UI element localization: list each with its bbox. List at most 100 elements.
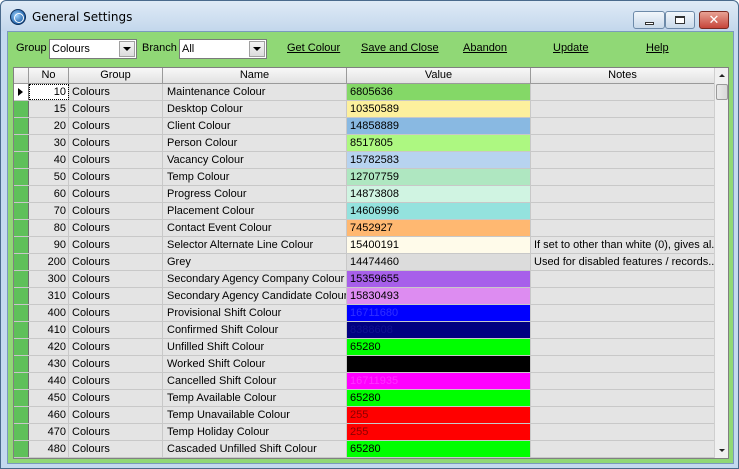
table-row[interactable]: 450 Colours Temp Available Colour 65280 [14, 390, 714, 407]
cell-no[interactable]: 300 [29, 271, 69, 287]
row-indicator[interactable] [14, 169, 29, 185]
cell-group[interactable]: Colours [69, 135, 163, 151]
table-row[interactable]: 470 Colours Temp Holiday Colour 255 [14, 424, 714, 441]
row-indicator[interactable] [14, 424, 29, 440]
table-row[interactable]: 400 Colours Provisional Shift Colour 167116… [14, 305, 714, 322]
cell-name[interactable]: Contact Event Colour [163, 220, 347, 236]
row-indicator[interactable] [14, 407, 29, 423]
cell-no[interactable]: 30 [29, 135, 69, 151]
table-row[interactable]: 200 Colours Grey 14474460 Used for disabled … [14, 254, 714, 271]
cell-name[interactable]: Worked Shift Colour [163, 356, 347, 372]
table-row[interactable]: 40 Colours Vacancy Colour 15782583 [14, 152, 714, 169]
row-indicator[interactable] [14, 118, 29, 134]
header-name[interactable]: Name [163, 68, 347, 84]
cell-name[interactable]: Provisional Shift Colour [163, 305, 347, 321]
cell-group[interactable]: Colours [69, 118, 163, 134]
table-row[interactable]: 430 Colours Worked Shift Colour 0 [14, 356, 714, 373]
cell-no[interactable]: 200 [29, 254, 69, 270]
row-indicator[interactable] [14, 135, 29, 151]
cell-no[interactable]: 80 [29, 220, 69, 236]
cell-group[interactable]: Colours [69, 407, 163, 423]
cell-value[interactable]: 14873808 [347, 186, 531, 202]
table-row[interactable]: 90 Colours Selector Alternate Line Colour 1… [14, 237, 714, 254]
cell-no[interactable]: 10 [29, 84, 69, 100]
cell-no[interactable]: 430 [29, 356, 69, 372]
title-bar[interactable]: General Settings ✕ [1, 1, 738, 31]
table-row[interactable]: 10 Colours Maintenance Colour 6805636 [14, 84, 714, 101]
cell-name[interactable]: Temp Unavailable Colour [163, 407, 347, 423]
row-indicator[interactable] [14, 101, 29, 117]
row-indicator[interactable] [14, 271, 29, 287]
scroll-up-button[interactable] [715, 68, 728, 82]
scroll-thumb[interactable] [716, 84, 728, 100]
cell-notes[interactable] [531, 84, 714, 100]
cell-group[interactable]: Colours [69, 220, 163, 236]
row-indicator[interactable] [14, 322, 29, 338]
maximize-button[interactable] [665, 11, 695, 29]
cell-name[interactable]: Cascaded Unfilled Shift Colour [163, 441, 347, 457]
row-indicator[interactable] [14, 441, 29, 457]
cell-name[interactable]: Selector Alternate Line Colour [163, 237, 347, 253]
cell-name[interactable]: Person Colour [163, 135, 347, 151]
cell-name[interactable]: Placement Colour [163, 203, 347, 219]
cell-value[interactable]: 16711935 [347, 373, 531, 389]
cell-name[interactable]: Grey [163, 254, 347, 270]
header-group[interactable]: Group [69, 68, 163, 84]
cell-name[interactable]: Temp Available Colour [163, 390, 347, 406]
cell-value[interactable]: 7452927 [347, 220, 531, 236]
table-row[interactable]: 300 Colours Secondary Agency Company Colou… [14, 271, 714, 288]
row-indicator[interactable] [14, 373, 29, 389]
cell-group[interactable]: Colours [69, 169, 163, 185]
table-row[interactable]: 420 Colours Unfilled Shift Colour 65280 [14, 339, 714, 356]
cell-group[interactable]: Colours [69, 322, 163, 338]
cell-value[interactable]: 8388608 [347, 322, 531, 338]
cell-notes[interactable] [531, 186, 714, 202]
row-indicator[interactable] [14, 288, 29, 304]
cell-no[interactable]: 40 [29, 152, 69, 168]
cell-value[interactable]: 65280 [347, 339, 531, 355]
row-indicator[interactable] [14, 84, 29, 100]
row-indicator[interactable] [14, 186, 29, 202]
table-row[interactable]: 480 Colours Cascaded Unfilled Shift Colour… [14, 441, 714, 458]
cell-no[interactable]: 60 [29, 186, 69, 202]
group-dropdown-button[interactable] [119, 41, 135, 57]
cell-group[interactable]: Colours [69, 441, 163, 457]
cell-value[interactable]: 65280 [347, 441, 531, 457]
cell-group[interactable]: Colours [69, 288, 163, 304]
cell-group[interactable]: Colours [69, 390, 163, 406]
table-row[interactable]: 70 Colours Placement Colour 14606996 [14, 203, 714, 220]
scroll-down-button[interactable] [715, 443, 728, 457]
table-row[interactable]: 50 Colours Temp Colour 12707759 [14, 169, 714, 186]
cell-no[interactable]: 50 [29, 169, 69, 185]
header-value[interactable]: Value [347, 68, 531, 84]
cell-notes[interactable]: Used for disabled features / records.... [531, 254, 714, 270]
cell-notes[interactable] [531, 322, 714, 338]
cell-value[interactable]: 15830493 [347, 288, 531, 304]
cell-no[interactable]: 90 [29, 237, 69, 253]
row-indicator[interactable] [14, 203, 29, 219]
row-indicator[interactable] [14, 237, 29, 253]
cell-value[interactable]: 8517805 [347, 135, 531, 151]
cell-value[interactable]: 12707759 [347, 169, 531, 185]
table-row[interactable]: 460 Colours Temp Unavailable Colour 255 [14, 407, 714, 424]
cell-value[interactable]: 65280 [347, 390, 531, 406]
cell-notes[interactable] [531, 135, 714, 151]
cell-no[interactable]: 440 [29, 373, 69, 389]
cell-no[interactable]: 460 [29, 407, 69, 423]
cell-value[interactable]: 14474460 [347, 254, 531, 270]
cell-value[interactable]: 15782583 [347, 152, 531, 168]
cell-no[interactable]: 450 [29, 390, 69, 406]
table-row[interactable]: 15 Colours Desktop Colour 10350589 [14, 101, 714, 118]
cell-no[interactable]: 480 [29, 441, 69, 457]
cell-no[interactable]: 15 [29, 101, 69, 117]
group-select[interactable]: Colours [49, 39, 137, 59]
help-link[interactable]: Help [646, 42, 669, 54]
cell-value[interactable]: 15400191 [347, 237, 531, 253]
row-indicator[interactable] [14, 356, 29, 372]
cell-group[interactable]: Colours [69, 101, 163, 117]
get-colour-link[interactable]: Get Colour [287, 42, 340, 54]
cell-notes[interactable] [531, 305, 714, 321]
cell-group[interactable]: Colours [69, 254, 163, 270]
cell-name[interactable]: Maintenance Colour [163, 84, 347, 100]
table-row[interactable]: 310 Colours Secondary Agency Candidate Col… [14, 288, 714, 305]
